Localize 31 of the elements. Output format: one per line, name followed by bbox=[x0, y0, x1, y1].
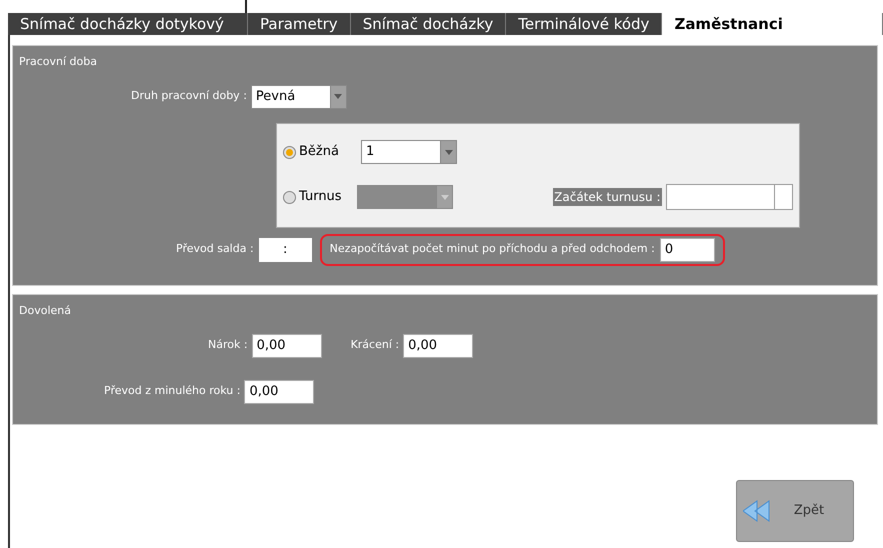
input-field[interactable]: 0 bbox=[660, 238, 715, 262]
double-arrow-left-icon bbox=[743, 500, 771, 522]
input-field[interactable]: 0,00 bbox=[244, 380, 314, 404]
tab[interactable]: Snímač docházky bbox=[350, 13, 506, 35]
field-label: Druh pracovní doby : bbox=[131, 88, 247, 104]
tab[interactable]: Terminálové kódy bbox=[506, 13, 662, 35]
back-button[interactable]: Zpět bbox=[736, 480, 854, 542]
field-label: Převod salda : bbox=[176, 241, 254, 258]
caret-icon bbox=[334, 94, 342, 99]
tab[interactable]: Snímač docházky dotykový bbox=[8, 13, 248, 35]
section-title: Pracovní doba bbox=[19, 54, 98, 70]
dropdown[interactable]: 1 bbox=[361, 140, 457, 164]
field-label: Krácení : bbox=[350, 337, 400, 354]
field-label: Nezapočítávat počet minut po příchodu a před odchodem : bbox=[330, 241, 655, 258]
radio-label: Běžná bbox=[299, 143, 339, 162]
field-label: Převod z minulého roku : bbox=[104, 383, 240, 400]
dropdown[interactable]: Pevná bbox=[250, 84, 347, 108]
input-field[interactable]: 0,00 bbox=[403, 334, 474, 358]
radio-button[interactable] bbox=[283, 146, 296, 158]
tab[interactable]: Zaměstnanci bbox=[662, 13, 883, 35]
caret-icon bbox=[444, 150, 452, 154]
caret-icon bbox=[440, 194, 449, 200]
input-field[interactable]: 0,00 bbox=[252, 334, 322, 358]
input-field[interactable] bbox=[666, 184, 793, 210]
field-label: Nárok : bbox=[208, 337, 248, 354]
radio-label: Turnus bbox=[299, 188, 342, 206]
radio-button[interactable] bbox=[283, 190, 296, 204]
tab[interactable]: Parametry bbox=[248, 13, 351, 35]
section-title: Dovolená bbox=[19, 303, 72, 319]
input-field[interactable]: : bbox=[258, 238, 312, 262]
field-label: Začátek turnusu : bbox=[553, 188, 662, 206]
